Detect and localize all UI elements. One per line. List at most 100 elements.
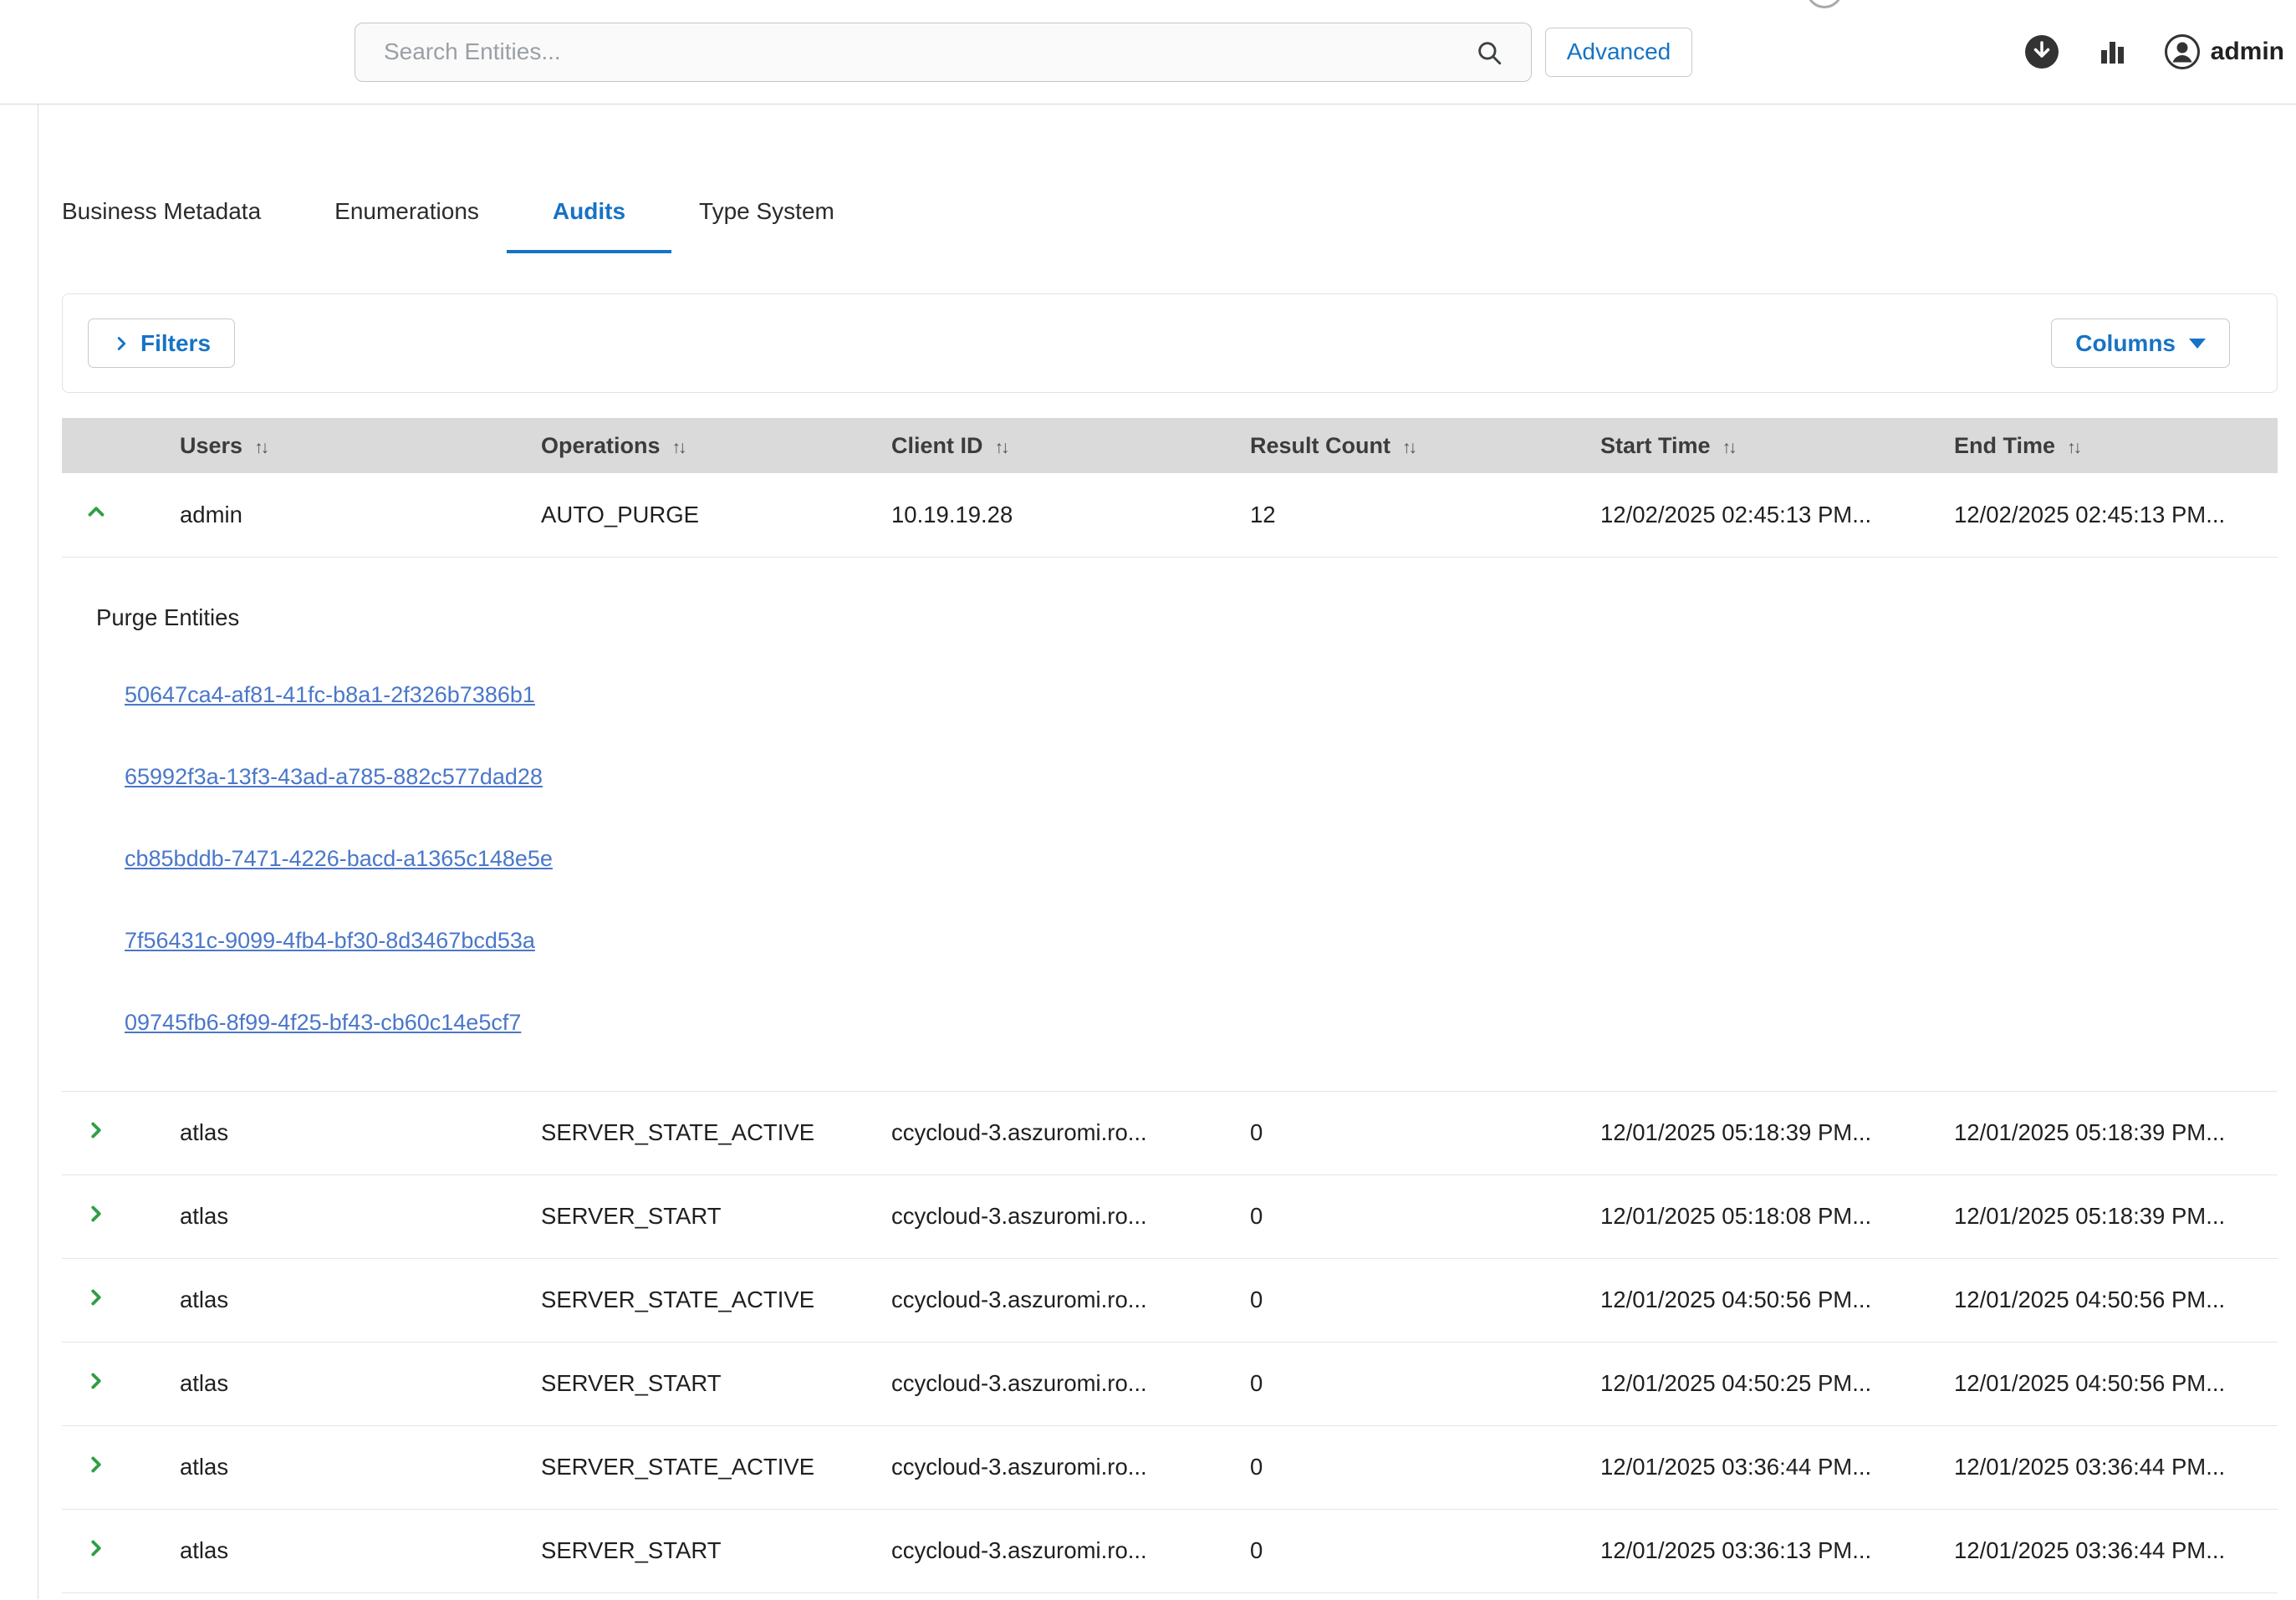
purged-entity-link[interactable]: cb85bddb-7471-4226-bacd-a1365c148e5e: [125, 842, 553, 875]
cell-result-count: 0: [1228, 1342, 1579, 1425]
chevron-up-icon: [84, 499, 109, 524]
expand-row-button[interactable]: [84, 1201, 109, 1226]
expand-row-button[interactable]: [84, 1452, 109, 1477]
column-label: End Time: [1954, 433, 2055, 458]
cell-user: atlas: [158, 1509, 519, 1592]
sort-icon: ↑↓: [2067, 438, 2079, 457]
expander-cell: [62, 1509, 158, 1592]
cell-operation: AUTO_PURGE: [519, 473, 870, 557]
purged-entity-link[interactable]: 7f56431c-9099-4fb4-bf30-8d3467bcd53a: [125, 924, 535, 957]
expand-row-button[interactable]: [84, 1118, 109, 1143]
table-row: atlas SERVER_START ccycloud-3.aszuromi.r…: [62, 1509, 2278, 1592]
top-header: Advanced: [0, 0, 2296, 104]
user-avatar-icon: [2164, 33, 2201, 70]
advanced-search-button[interactable]: Advanced: [1545, 28, 1692, 77]
purged-entity-link[interactable]: 65992f3a-13f3-43ad-a785-882c577dad28: [125, 760, 543, 793]
column-header-start-time[interactable]: Start Time ↑↓: [1579, 418, 1932, 473]
expander-cell: [62, 1175, 158, 1258]
chevron-right-icon: [84, 1201, 109, 1226]
cell-result-count: 0: [1228, 1425, 1579, 1509]
columns-label: Columns: [2075, 330, 2176, 357]
expander-cell: [62, 1342, 158, 1425]
cell-end-time: 12/01/2025 04:50:56 PM...: [1932, 1258, 2278, 1342]
cell-client-id: 10.19.19.28: [870, 473, 1228, 557]
cell-end-time: 12/01/2025 04:50:56 PM...: [1932, 1342, 2278, 1425]
cell-result-count: 0: [1228, 1258, 1579, 1342]
detail-cell: Purge Entities 50647ca4-af81-41fc-b8a1-2…: [62, 557, 2278, 1091]
page: Advanced: [0, 0, 2296, 1600]
chevron-right-icon: [84, 1285, 109, 1310]
cell-start-time: 12/01/2025 03:36:13 PM...: [1579, 1509, 1932, 1592]
user-menu[interactable]: admin: [2164, 33, 2284, 70]
cropped-circle-decoration: [1806, 0, 1843, 8]
sort-icon: ↑↓: [1722, 438, 1735, 457]
cell-client-id: ccycloud-3.aszuromi.ro...: [870, 1425, 1228, 1509]
purged-entity-link[interactable]: 09745fb6-8f99-4f25-bf43-cb60c14e5cf7: [125, 1006, 521, 1039]
column-label: Users: [180, 433, 242, 458]
cell-user: atlas: [158, 1175, 519, 1258]
cell-operation: SERVER_START: [519, 1342, 870, 1425]
expand-row-button[interactable]: [84, 1368, 109, 1394]
table-row: atlas SERVER_START ccycloud-3.aszuromi.r…: [62, 1175, 2278, 1258]
tab-enumerations[interactable]: Enumerations: [334, 195, 479, 253]
cell-start-time: 12/01/2025 05:18:08 PM...: [1579, 1175, 1932, 1258]
column-label: Result Count: [1250, 433, 1390, 458]
expand-row-button[interactable]: [84, 1285, 109, 1310]
cell-operation: SERVER_START: [519, 1175, 870, 1258]
column-header-users[interactable]: Users↑↓: [158, 418, 519, 473]
expander-cell: [62, 1425, 158, 1509]
cell-end-time: 12/02/2025 02:45:13 PM...: [1932, 473, 2278, 557]
administration-panel: Business Metadata Enumerations Audits Ty…: [38, 104, 2296, 1599]
purged-entity-link[interactable]: 50647ca4-af81-41fc-b8a1-2f326b7386b1: [125, 678, 535, 711]
search-input[interactable]: [355, 23, 1532, 82]
cell-client-id: ccycloud-3.aszuromi.ro...: [870, 1258, 1228, 1342]
cell-operation: SERVER_START: [519, 1509, 870, 1592]
column-label: Start Time: [1600, 433, 1711, 458]
row-detail: Purge Entities 50647ca4-af81-41fc-b8a1-2…: [62, 557, 2278, 1091]
column-header-result-count[interactable]: Result Count ↑↓: [1228, 418, 1579, 473]
column-header-client-id[interactable]: Client ID↑↓: [870, 418, 1228, 473]
table-row: atlas SERVER_STATE_ACTIVE ccycloud-3.asz…: [62, 1258, 2278, 1342]
expander-cell: [62, 1091, 158, 1175]
sort-icon: ↑↓: [672, 438, 685, 457]
expand-row-button[interactable]: [84, 1536, 109, 1561]
chevron-right-icon: [84, 1452, 109, 1477]
tab-type-system[interactable]: Type System: [699, 195, 834, 253]
bar-chart-icon[interactable]: [2095, 35, 2129, 69]
cell-end-time: 12/01/2025 05:18:39 PM...: [1932, 1091, 2278, 1175]
cell-user: atlas: [158, 1091, 519, 1175]
column-header-operations[interactable]: Operations↑↓: [519, 418, 870, 473]
sort-icon: ↑↓: [1402, 438, 1415, 457]
topbar-actions: admin: [2023, 33, 2296, 70]
cell-end-time: 12/01/2025 03:36:44 PM...: [1932, 1425, 2278, 1509]
tab-audits[interactable]: Audits: [553, 195, 625, 253]
cell-client-id: ccycloud-3.aszuromi.ro...: [870, 1342, 1228, 1425]
filters-button[interactable]: Filters: [88, 318, 235, 368]
collapse-row-button[interactable]: [84, 499, 109, 524]
cell-end-time: 12/01/2025 05:18:39 PM...: [1932, 1175, 2278, 1258]
chevron-right-icon: [84, 1536, 109, 1561]
cell-result-count: 0: [1228, 1091, 1579, 1175]
table-row: admin AUTO_PURGE 10.19.19.28 12 12/02/20…: [62, 473, 2278, 557]
audits-table: Users↑↓ Operations↑↓ Client ID↑↓ Result …: [62, 418, 2278, 1593]
cell-user: atlas: [158, 1425, 519, 1509]
purge-entities-panel: Purge Entities 50647ca4-af81-41fc-b8a1-2…: [62, 558, 2278, 1091]
detail-title: Purge Entities: [96, 601, 2278, 634]
expander-cell: [62, 473, 158, 557]
cell-start-time: 12/01/2025 05:18:39 PM...: [1579, 1091, 1932, 1175]
cell-user: atlas: [158, 1258, 519, 1342]
cell-start-time: 12/01/2025 04:50:56 PM...: [1579, 1258, 1932, 1342]
cell-start-time: 12/02/2025 02:45:13 PM...: [1579, 473, 1932, 557]
tab-business-metadata[interactable]: Business Metadata: [62, 195, 261, 253]
column-header-end-time[interactable]: End Time ↑↓: [1932, 418, 2278, 473]
cell-result-count: 0: [1228, 1509, 1579, 1592]
cell-operation: SERVER_STATE_ACTIVE: [519, 1258, 870, 1342]
username: admin: [2211, 38, 2284, 66]
expander-cell: [62, 1258, 158, 1342]
cell-end-time: 12/01/2025 03:36:44 PM...: [1932, 1509, 2278, 1592]
table-header-row: Users↑↓ Operations↑↓ Client ID↑↓ Result …: [62, 418, 2278, 473]
search-icon[interactable]: [1475, 38, 1503, 67]
cell-start-time: 12/01/2025 03:36:44 PM...: [1579, 1425, 1932, 1509]
columns-button[interactable]: Columns: [2051, 318, 2230, 368]
download-icon[interactable]: [2023, 33, 2060, 70]
